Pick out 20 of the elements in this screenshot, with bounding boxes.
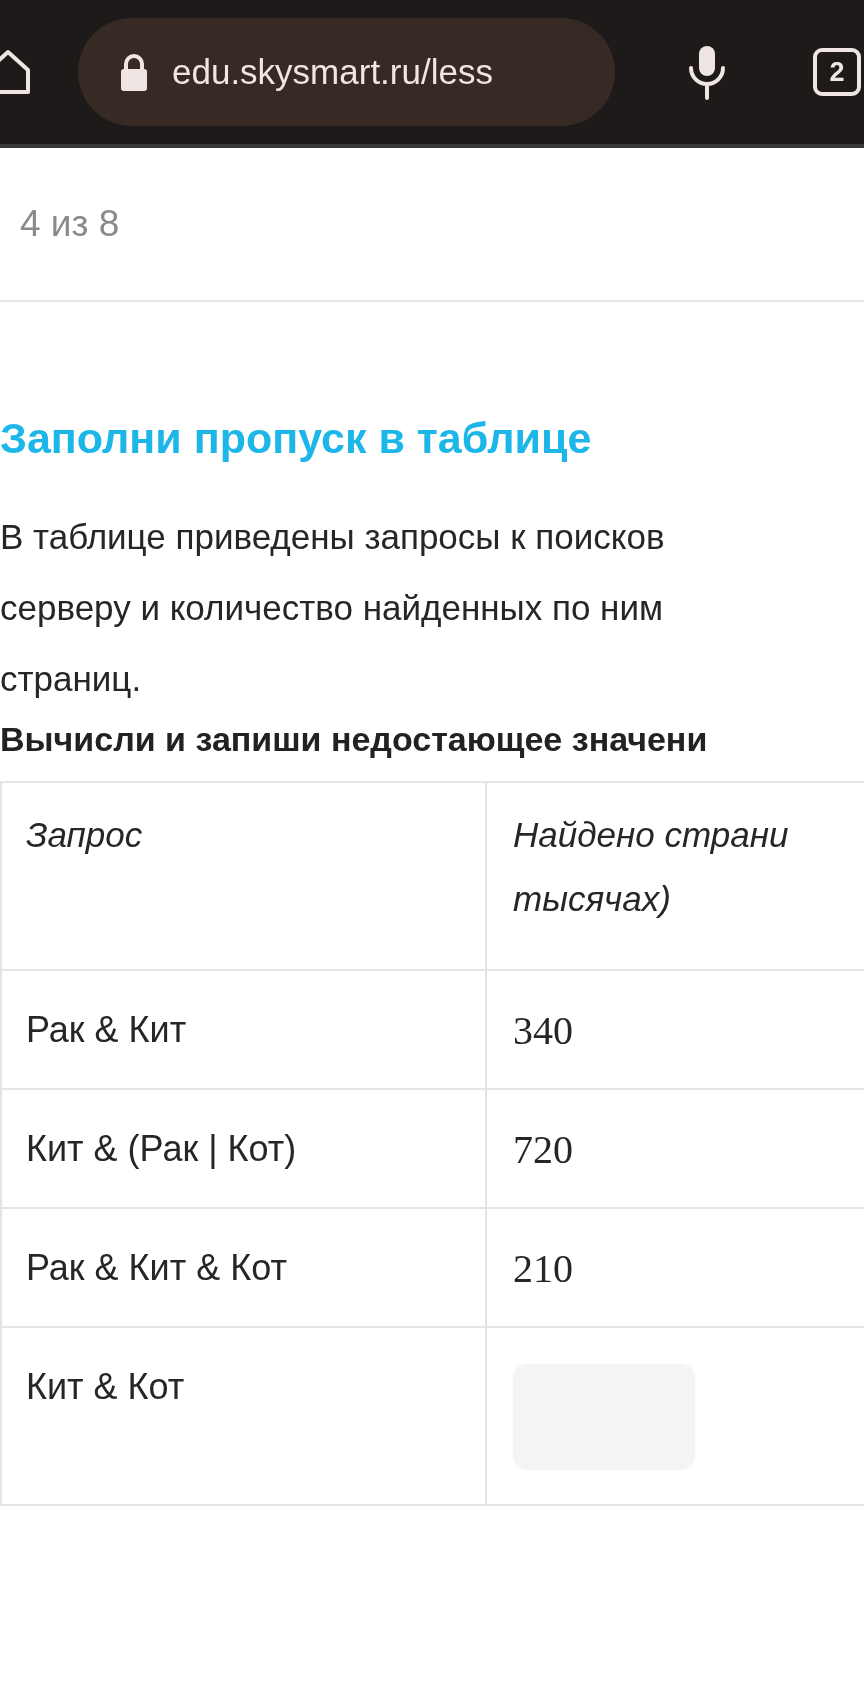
table-cell: Кит & (Рак | Кот) [0,1090,485,1207]
url-text: edu.skysmart.ru/less [172,52,493,92]
lock-icon [118,52,150,92]
address-bar[interactable]: edu.skysmart.ru/less [78,18,615,126]
description-text: серверу и количество найденных по ним [0,587,665,629]
table-cell: 720 [485,1090,864,1207]
task-title: Заполни пропуск в таблице [0,414,593,463]
table-cell: Рак & Кит & Кот [0,1209,485,1326]
instruction-text: Вычисли и запиши недостающее значени [0,720,709,759]
microphone-icon[interactable] [687,44,727,100]
table-cell: Кит & Кот [0,1328,485,1504]
progress-text: 4 из 8 [20,203,120,245]
column-header: Найдено страни тысячах) [485,783,864,969]
table-cell: 210 [485,1209,864,1326]
table-cell: Рак & Кит [0,971,485,1088]
description-text: страниц. [0,658,143,700]
description-text: В таблице приведены запросы к поисков [0,516,666,558]
table-cell: 340 [485,971,864,1088]
tab-count-button[interactable]: 2 [813,48,861,96]
column-header: Запрос [0,783,485,969]
